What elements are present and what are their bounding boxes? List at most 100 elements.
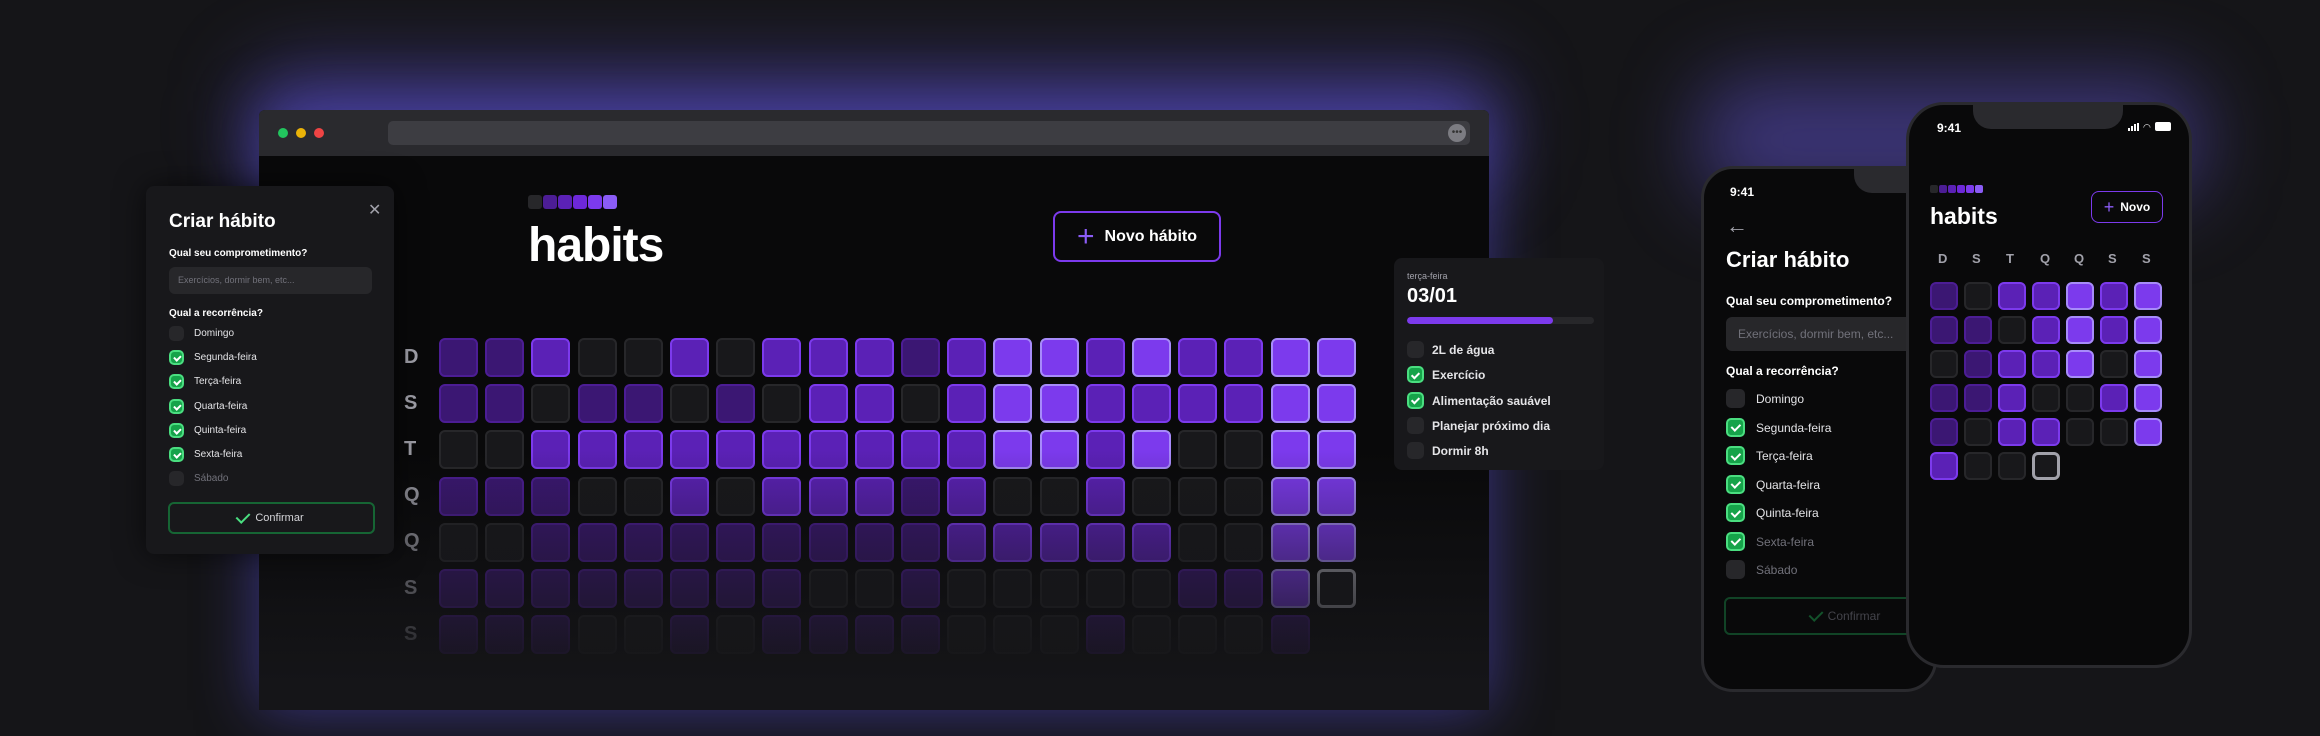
habit-day-cell[interactable] (716, 615, 756, 655)
habit-day-cell[interactable] (1316, 384, 1356, 424)
habit-day-cell[interactable] (1964, 316, 1992, 344)
habit-day-cell[interactable] (485, 522, 525, 562)
habit-day-cell[interactable] (2066, 316, 2094, 344)
habit-day-cell[interactable] (485, 615, 525, 655)
habit-day-cell[interactable] (2032, 316, 2060, 344)
habit-day-cell[interactable] (485, 384, 525, 424)
habit-day-cell[interactable] (716, 476, 756, 516)
habit-day-cell[interactable] (993, 338, 1033, 377)
habit-day-cell[interactable] (623, 476, 663, 516)
habit-day-cell[interactable] (1039, 569, 1079, 608)
habit-day-cell[interactable] (1085, 430, 1125, 470)
habit-day-cell[interactable] (1224, 384, 1264, 424)
commitment-input[interactable]: Exercícios, dormir bem, etc... (169, 267, 372, 294)
habit-day-cell[interactable] (1039, 522, 1079, 562)
day-checkbox[interactable] (1726, 560, 1745, 579)
habit-day-cell[interactable] (485, 430, 525, 470)
day-checkbox[interactable] (169, 350, 184, 366)
day-checkbox[interactable] (1726, 531, 1745, 551)
habit-day-cell[interactable] (854, 338, 894, 377)
habit-day-cell[interactable] (854, 430, 894, 470)
habit-day-cell[interactable] (1085, 615, 1125, 655)
habit-day-cell[interactable] (2134, 350, 2162, 378)
habit-day-cell[interactable] (485, 476, 525, 516)
habit-day-cell[interactable] (1316, 338, 1356, 377)
habit-day-cell[interactable] (439, 615, 478, 655)
habit-day-cell[interactable] (1178, 476, 1218, 516)
habit-day-cell[interactable] (531, 522, 571, 562)
habit-day-cell[interactable] (1964, 384, 1992, 412)
new-habit-button[interactable]: + Novo (2091, 191, 2163, 223)
habit-day-cell[interactable] (762, 615, 802, 655)
habit-day-cell[interactable] (1085, 522, 1125, 562)
habit-day-cell[interactable] (2032, 350, 2060, 378)
day-checkbox[interactable] (1726, 389, 1745, 408)
habit-day-cell[interactable] (1132, 615, 1171, 655)
habit-day-cell[interactable] (716, 569, 756, 608)
day-checkbox[interactable] (1726, 446, 1745, 465)
habit-day-cell[interactable] (577, 569, 617, 608)
habit-day-cell[interactable] (2066, 418, 2094, 446)
habit-day-cell[interactable] (670, 338, 709, 377)
habit-day-cell[interactable] (1178, 430, 1218, 470)
habit-day-cell[interactable] (577, 384, 617, 424)
habit-day-cell[interactable] (993, 569, 1033, 608)
habit-day-cell[interactable] (2100, 384, 2128, 412)
habit-day-cell[interactable] (439, 430, 478, 470)
habit-day-cell[interactable] (901, 476, 940, 516)
habit-day-cell[interactable] (993, 522, 1033, 562)
habit-day-cell[interactable] (1224, 569, 1264, 608)
habit-day-cell[interactable] (2032, 282, 2060, 310)
habit-day-cell[interactable] (2066, 350, 2094, 378)
habit-day-cell[interactable] (623, 522, 663, 562)
habit-day-cell[interactable] (1085, 338, 1125, 377)
habit-day-cell[interactable] (762, 430, 802, 470)
habit-day-cell[interactable] (947, 569, 987, 608)
habit-day-cell[interactable] (854, 569, 894, 608)
habit-day-cell[interactable] (439, 476, 478, 516)
habit-day-cell[interactable] (1270, 384, 1310, 424)
habit-day-cell[interactable] (762, 476, 802, 516)
habit-day-cell[interactable] (577, 430, 617, 470)
habit-day-cell[interactable] (947, 615, 987, 655)
window-zoom-dot[interactable] (296, 128, 306, 138)
habit-day-cell[interactable] (531, 338, 571, 377)
habit-day-cell[interactable] (716, 384, 756, 424)
habit-day-cell[interactable] (1224, 615, 1264, 655)
habit-day-cell[interactable] (1270, 430, 1310, 470)
habit-day-cell[interactable] (1316, 430, 1356, 470)
habit-day-cell[interactable] (1178, 569, 1218, 608)
habit-day-cell[interactable] (577, 615, 617, 655)
habit-day-cell[interactable] (2134, 384, 2162, 412)
habit-day-cell[interactable] (1085, 384, 1125, 424)
habit-day-cell[interactable] (716, 522, 756, 562)
habit-day-cell[interactable] (2134, 282, 2162, 310)
habit-day-cell[interactable] (2100, 418, 2128, 446)
habit-day-cell[interactable] (947, 476, 987, 516)
habit-day-cell[interactable] (1998, 350, 2026, 378)
habit-day-cell[interactable] (1178, 338, 1218, 377)
habit-day-cell[interactable] (2066, 282, 2094, 310)
day-checkbox[interactable] (1726, 474, 1745, 494)
habit-day-cell[interactable] (439, 569, 478, 608)
habit-day-cell[interactable] (577, 476, 617, 516)
habit-day-cell[interactable] (1270, 522, 1310, 562)
habit-day-cell[interactable] (439, 338, 478, 377)
habit-day-cell[interactable] (1224, 338, 1264, 377)
habit-day-cell[interactable] (670, 569, 709, 608)
habit-day-cell[interactable] (1270, 615, 1310, 655)
habit-day-cell[interactable] (901, 615, 940, 655)
habit-day-cell[interactable] (1930, 452, 1958, 480)
habit-day-cell[interactable] (993, 384, 1033, 424)
habit-day-cell[interactable] (947, 338, 987, 377)
day-checkbox[interactable] (169, 422, 184, 438)
habit-day-cell[interactable] (1085, 569, 1125, 608)
habit-day-cell[interactable] (1964, 452, 1992, 480)
habit-day-cell[interactable] (993, 476, 1033, 516)
habit-day-cell[interactable] (854, 615, 894, 655)
habit-day-cell[interactable] (1270, 569, 1310, 608)
habit-day-cell[interactable] (1039, 430, 1079, 470)
confirm-button[interactable]: Confirmar (168, 502, 375, 534)
habit-day-cell[interactable] (1998, 418, 2026, 446)
window-minimize-dot[interactable] (278, 128, 288, 138)
